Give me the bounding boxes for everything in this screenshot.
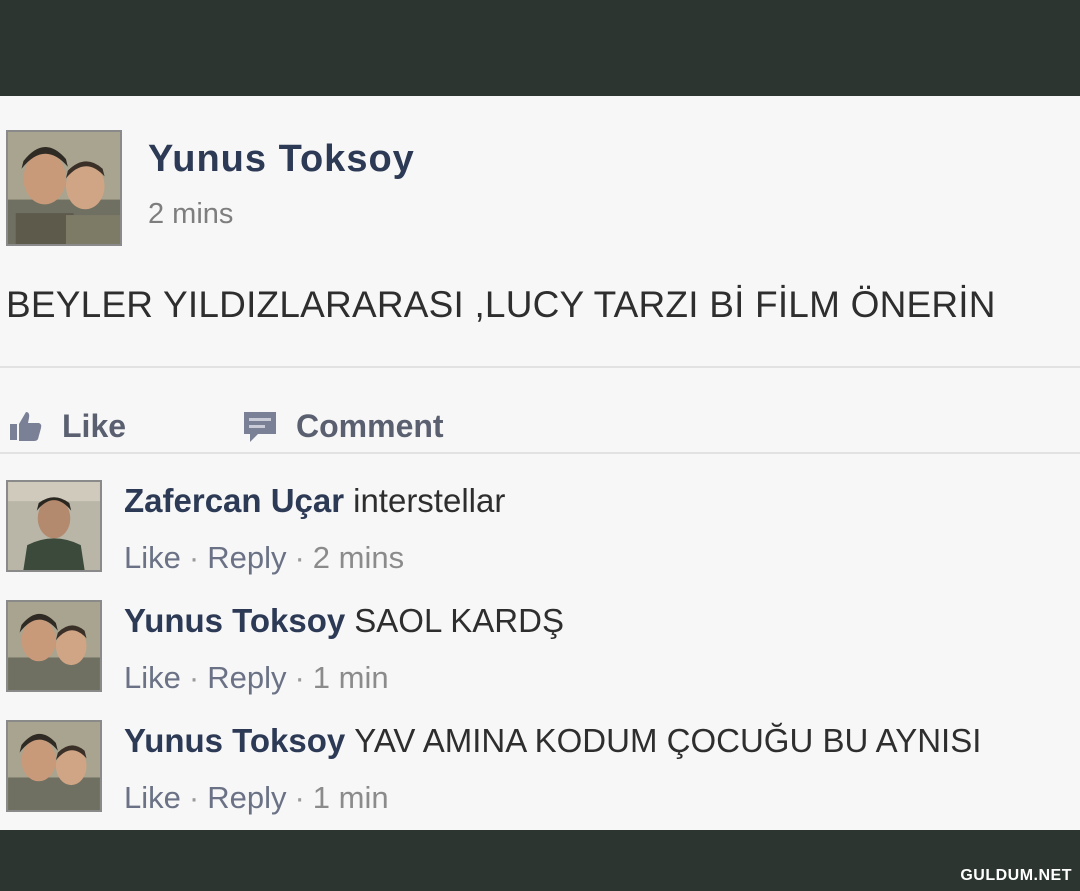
comment-item: Yunus Toksoy SAOL KARDŞ Like · Reply · 1 min	[0, 594, 1080, 695]
comment-body: YAV AMINA KODUM ÇOCUĞU BU AYNISI	[354, 722, 982, 759]
two-person-photo-icon	[8, 722, 100, 810]
meta-separator: ·	[188, 540, 200, 575]
post-card: Yunus Toksoy 2 mins BEYLER YILDIZLARARAS…	[0, 96, 1080, 830]
meta-separator: ·	[188, 780, 200, 815]
comment-body: SAOL KARDŞ	[354, 602, 564, 639]
comment-timestamp[interactable]: 1 min	[313, 780, 389, 815]
post-header: Yunus Toksoy 2 mins	[6, 130, 706, 246]
comment-button-label: Comment	[296, 407, 444, 444]
comment-like-link[interactable]: Like	[124, 780, 181, 815]
thumbs-up-icon	[10, 412, 42, 441]
comment-text: Zafercan Uçar interstellar	[124, 482, 505, 520]
divider	[0, 452, 1080, 454]
comment-text: Yunus Toksoy SAOL KARDŞ	[124, 602, 564, 640]
author-avatar[interactable]	[6, 130, 122, 246]
post-actions: Like Comment	[0, 388, 1080, 454]
two-person-photo-icon	[8, 132, 120, 244]
comment-author[interactable]: Zafercan Uçar	[124, 482, 344, 519]
like-button[interactable]: Like	[8, 402, 126, 450]
post-author-name[interactable]: Yunus Toksoy	[148, 138, 415, 181]
comment-meta: Like · Reply · 1 min	[124, 780, 389, 816]
comment-meta: Like · Reply · 1 min	[124, 660, 389, 696]
meta-separator: ·	[294, 780, 305, 815]
comment-button[interactable]: Comment	[242, 402, 444, 450]
speech-bubble-icon	[244, 412, 276, 442]
divider	[0, 366, 1080, 368]
like-button-label: Like	[62, 407, 127, 444]
comment-timestamp[interactable]: 2 mins	[313, 540, 404, 575]
comment-author[interactable]: Yunus Toksoy	[124, 722, 345, 759]
comment-like-link[interactable]: Like	[124, 540, 181, 575]
comment-like-link[interactable]: Like	[124, 660, 181, 695]
person-photo-icon	[8, 482, 100, 570]
comment-item: Yunus Toksoy YAV AMINA KODUM ÇOCUĞU BU AY…	[0, 714, 1080, 815]
site-watermark: GULDUM.NET	[960, 867, 1072, 884]
two-person-photo-icon	[8, 602, 100, 690]
post-text: BEYLER YILDIZLARARASI ,LUCY TARZI Bİ FİL…	[6, 284, 996, 325]
comment-author[interactable]: Yunus Toksoy	[124, 602, 345, 639]
meta-separator: ·	[188, 660, 200, 695]
commenter-avatar[interactable]	[6, 480, 102, 572]
comment-body: interstellar	[353, 482, 506, 519]
post-timestamp[interactable]: 2 mins	[148, 198, 233, 231]
comment-text: Yunus Toksoy YAV AMINA KODUM ÇOCUĞU BU AY…	[124, 722, 981, 760]
commenter-avatar[interactable]	[6, 720, 102, 812]
comment-item: Zafercan Uçar interstellar Like · Reply · 2 m…	[0, 474, 1080, 575]
comment-timestamp[interactable]: 1 min	[313, 660, 389, 695]
commenter-avatar[interactable]	[6, 600, 102, 692]
meta-separator: ·	[294, 660, 305, 695]
comment-meta: Like · Reply · 2 mins	[124, 540, 404, 576]
meta-separator: ·	[294, 540, 305, 575]
comment-reply-link[interactable]: Reply	[207, 660, 286, 695]
comment-reply-link[interactable]: Reply	[207, 780, 286, 815]
comment-reply-link[interactable]: Reply	[207, 540, 286, 575]
